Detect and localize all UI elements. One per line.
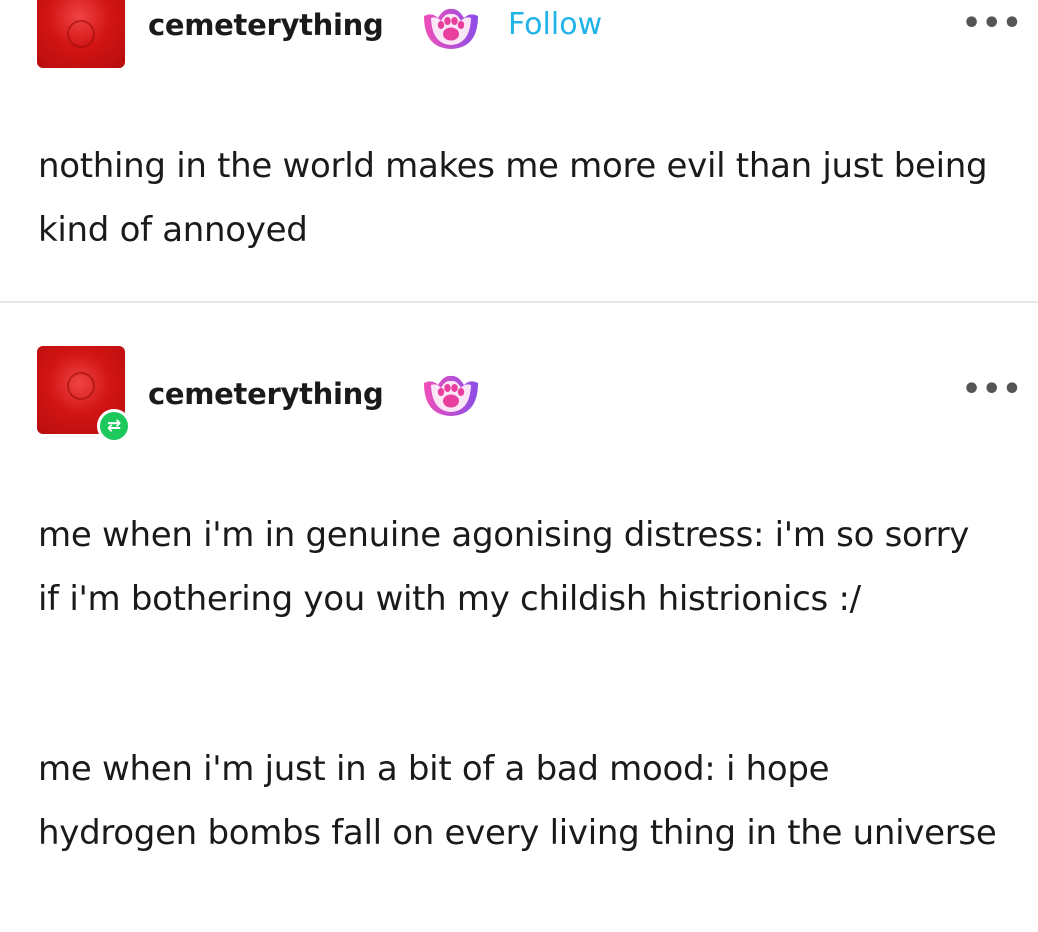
- post-paragraph: me when i'm in genuine agonising distres…: [38, 515, 970, 619]
- post-body: nothing in the world makes me more evil …: [38, 146, 988, 250]
- avatar[interactable]: [37, 0, 125, 68]
- paw-badge-icon: [424, 375, 478, 416]
- post-username[interactable]: cemeterything: [148, 8, 384, 42]
- paw-badge-icon: [424, 8, 478, 49]
- more-options-icon[interactable]: •••: [962, 372, 1023, 407]
- post-paragraph: me when i'm just in a bit of a bad mood:…: [38, 749, 997, 853]
- rose-icon: [67, 372, 95, 400]
- rose-icon: [67, 20, 95, 48]
- reblog-icon: ⇄: [97, 409, 131, 443]
- post-username[interactable]: cemeterything: [148, 377, 384, 411]
- post-original: cemeterything Follow ••• nothing in the …: [0, 0, 1038, 302]
- post-reblog: ⇄ cemeterything ••• me when i'm in genui…: [0, 303, 1038, 932]
- more-options-icon[interactable]: •••: [962, 6, 1023, 41]
- follow-button[interactable]: Follow: [508, 7, 602, 42]
